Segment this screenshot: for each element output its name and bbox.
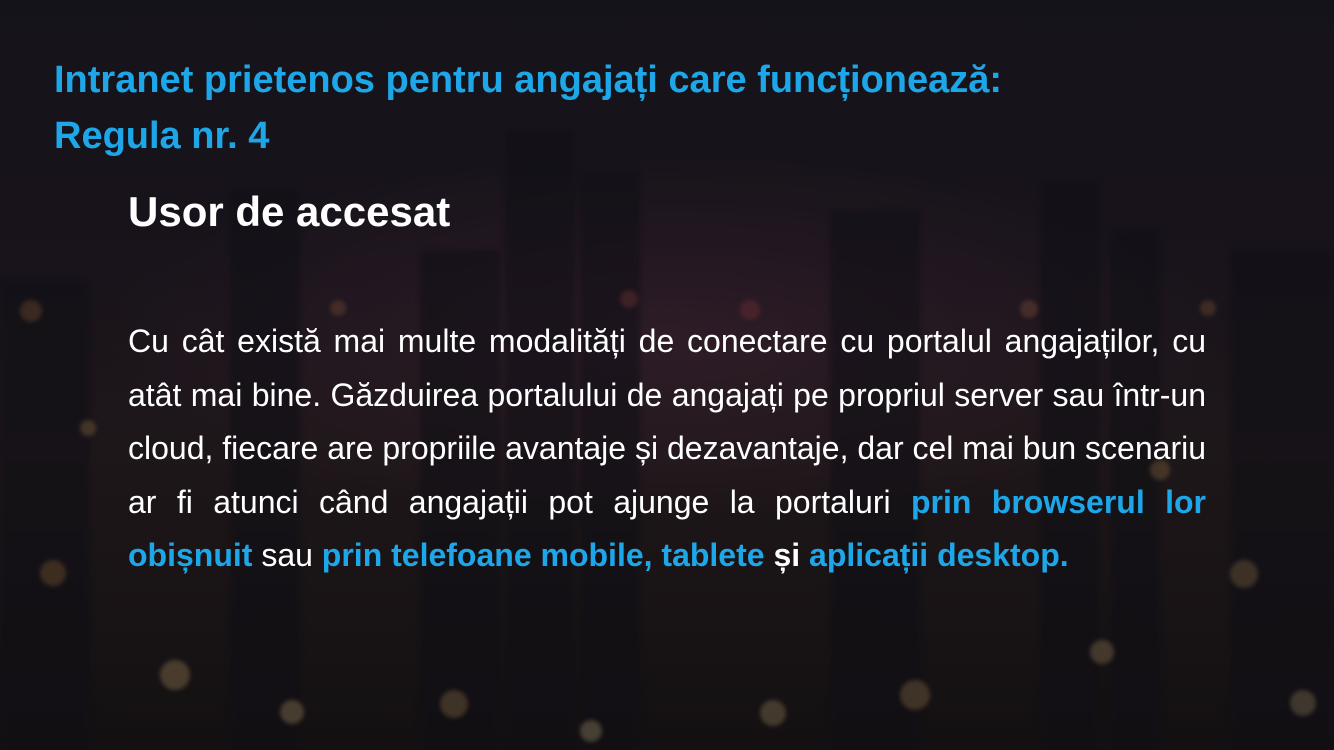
slide-title: Intranet prietenos pentru angajați care … (54, 52, 1294, 164)
bold-and: și (773, 537, 801, 573)
highlight-mobile: prin telefoane mobile, tablete (321, 537, 765, 573)
body-text-part (800, 537, 809, 573)
highlight-desktop: aplicații desktop. (809, 537, 1069, 573)
slide-background: Intranet prietenos pentru angajați care … (0, 0, 1334, 750)
body-paragraph: Cu cât există mai multe modalități de co… (128, 315, 1206, 583)
title-line-2: Regula nr. 4 (54, 115, 270, 157)
title-line-1: Intranet prietenos pentru angajați care … (54, 59, 1003, 101)
slide-subtitle: Usor de accesat (128, 188, 451, 235)
body-text-part: sau (252, 537, 322, 573)
